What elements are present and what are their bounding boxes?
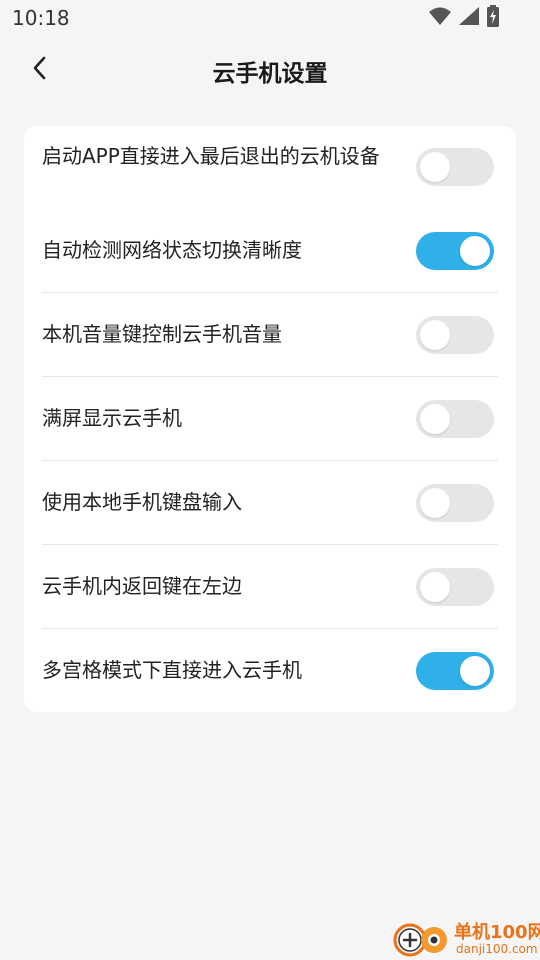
setting-label: 启动APP直接进入最后退出的云机设备	[42, 144, 380, 168]
toggle-auto-quality[interactable]	[416, 232, 494, 270]
status-icons	[428, 5, 500, 31]
toggle-volume-keys[interactable]	[416, 316, 494, 354]
watermark-logo	[393, 923, 447, 957]
divider	[42, 292, 498, 293]
toggle-knob	[420, 152, 450, 182]
toggle-auto-enter-last-device[interactable]	[416, 148, 494, 186]
setting-label: 使用本地手机键盘输入	[42, 490, 242, 514]
setting-label: 满屏显示云手机	[42, 406, 182, 430]
watermark-url: danji100.com	[456, 942, 538, 956]
page-title: 云手机设置	[212, 61, 328, 87]
status-time: 10:18	[12, 6, 70, 30]
signal-icon	[458, 6, 480, 30]
settings-card: 启动APP直接进入最后退出的云机设备 自动检测网络状态切换清晰度 本机音量键控制…	[24, 126, 516, 712]
divider	[42, 544, 498, 545]
toggle-knob	[420, 320, 450, 350]
toggle-knob	[420, 572, 450, 602]
setting-label: 本机音量键控制云手机音量	[42, 322, 282, 346]
setting-label: 云手机内返回键在左边	[42, 574, 242, 598]
toggle-multigrid-direct[interactable]	[416, 652, 494, 690]
battery-charging-icon	[486, 5, 500, 31]
watermark-brand: 单机100网	[454, 922, 540, 943]
status-bar: 10:18	[0, 0, 540, 36]
setting-row-fullscreen: 满屏显示云手机	[42, 378, 498, 462]
watermark: 单机100网 danji100.com	[392, 916, 540, 960]
toggle-knob	[460, 236, 490, 266]
toggle-knob	[460, 656, 490, 686]
header: 云手机设置	[0, 36, 540, 102]
setting-row-local-keyboard: 使用本地手机键盘输入	[42, 462, 498, 546]
divider	[42, 460, 498, 461]
toggle-knob	[420, 488, 450, 518]
wifi-icon	[428, 6, 452, 30]
toggle-knob	[420, 404, 450, 434]
toggle-back-key-left[interactable]	[416, 568, 494, 606]
setting-label: 多宫格模式下直接进入云手机	[42, 658, 302, 682]
divider	[42, 376, 498, 377]
setting-row-multigrid-direct: 多宫格模式下直接进入云手机	[42, 630, 498, 712]
setting-row-auto-quality: 自动检测网络状态切换清晰度	[42, 210, 498, 294]
setting-label: 自动检测网络状态切换清晰度	[42, 238, 302, 262]
setting-row-volume-keys: 本机音量键控制云手机音量	[42, 294, 498, 378]
toggle-fullscreen[interactable]	[416, 400, 494, 438]
setting-row-back-key-left: 云手机内返回键在左边	[42, 546, 498, 630]
divider	[42, 628, 498, 629]
toggle-local-keyboard[interactable]	[416, 484, 494, 522]
